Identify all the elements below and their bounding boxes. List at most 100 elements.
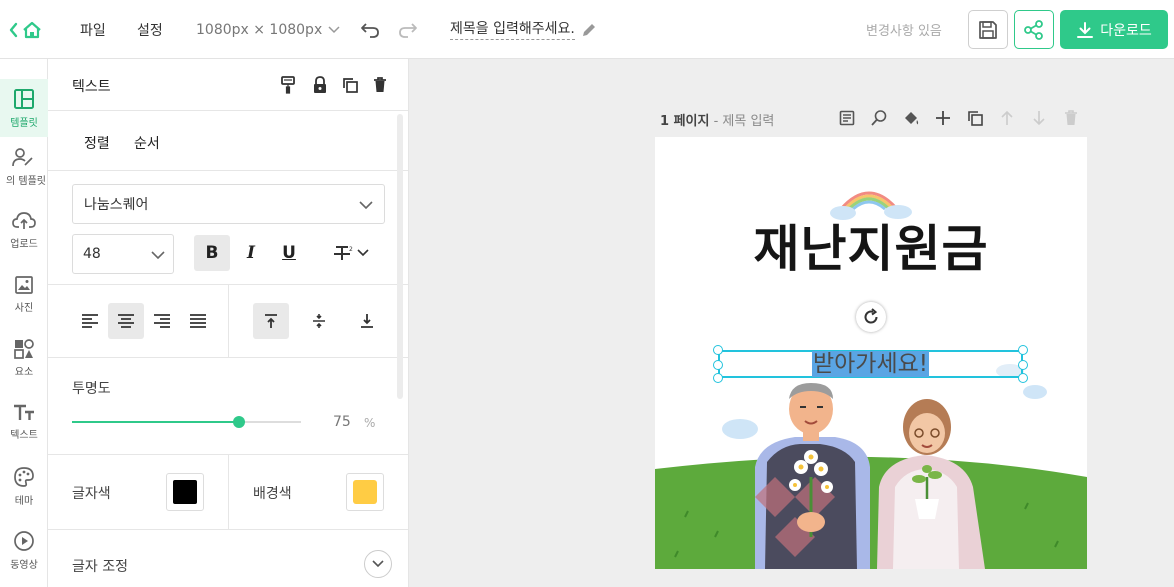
rail-item-templates[interactable]: 템플릿 bbox=[0, 79, 48, 137]
canvas-subtext[interactable]: 받아가세요! bbox=[811, 351, 930, 377]
opacity-value[interactable]: 75 bbox=[333, 414, 351, 430]
rail-item-my-templates[interactable]: 의 템플릿 bbox=[0, 137, 48, 195]
page-title-input[interactable]: - 제목 입력 bbox=[714, 114, 775, 129]
document-title-text: 제목을 입력해주세요. bbox=[450, 19, 575, 40]
page-search-button[interactable] bbox=[868, 107, 890, 129]
chevron-down-icon bbox=[328, 25, 340, 33]
copy-icon bbox=[968, 111, 983, 126]
delete-button[interactable] bbox=[365, 67, 395, 103]
resize-handle-top-right[interactable] bbox=[1018, 345, 1028, 355]
search-icon bbox=[871, 110, 887, 126]
resize-handle-bottom-left[interactable] bbox=[713, 373, 723, 383]
tab-align[interactable]: 정렬 bbox=[84, 133, 110, 153]
top-bar: 파일 설정 1080px × 1080px 제목을 입력해주세요. 변경사항 있… bbox=[0, 0, 1174, 59]
trash-icon bbox=[374, 77, 386, 92]
lock-button[interactable] bbox=[305, 67, 335, 103]
resize-handle-bottom-right[interactable] bbox=[1018, 373, 1028, 383]
resize-handle-right[interactable] bbox=[1018, 360, 1028, 370]
resize-handle-left[interactable] bbox=[713, 360, 723, 370]
rotate-handle[interactable] bbox=[856, 302, 886, 332]
download-label: 다운로드 bbox=[1100, 22, 1152, 39]
redo-button[interactable] bbox=[398, 0, 418, 59]
rail-item-photos[interactable]: 사진 bbox=[0, 265, 48, 323]
grandfather-illustration bbox=[755, 383, 870, 569]
pencil-icon bbox=[582, 23, 595, 36]
design-canvas[interactable]: 재난지원금 받아가세요! bbox=[655, 137, 1087, 569]
arrow-up-icon bbox=[1001, 110, 1013, 125]
strikethrough-icon: 2 bbox=[334, 246, 353, 260]
back-home-button[interactable] bbox=[8, 0, 44, 59]
download-button[interactable]: 다운로드 bbox=[1060, 10, 1168, 49]
delete-page-button[interactable] bbox=[1060, 107, 1082, 129]
text-adjust-label: 글자 조정 bbox=[72, 559, 128, 575]
save-icon bbox=[979, 20, 997, 39]
align-justify-button[interactable] bbox=[180, 303, 216, 339]
rail-item-elements[interactable]: 요소 bbox=[0, 329, 48, 387]
text-selection-box[interactable]: 받아가세요! bbox=[718, 350, 1023, 378]
home-icon bbox=[9, 21, 41, 38]
my-template-icon bbox=[12, 147, 33, 166]
opacity-slider-thumb[interactable] bbox=[233, 416, 245, 428]
strikethrough-button[interactable]: 2 bbox=[328, 235, 374, 271]
page-header: 1 페이지 - 제목 입력 bbox=[660, 110, 774, 129]
share-button[interactable] bbox=[1014, 10, 1054, 49]
duplicate-button[interactable] bbox=[335, 67, 365, 103]
menu-settings[interactable]: 설정 bbox=[137, 0, 163, 59]
move-page-down-button[interactable] bbox=[1028, 107, 1050, 129]
canvas-heading[interactable]: 재난지원금 bbox=[655, 219, 1087, 279]
canvas-area: 1 페이지 - 제목 입력 재난지원금 받아가세요! bbox=[409, 59, 1174, 587]
move-page-up-button[interactable] bbox=[996, 107, 1018, 129]
undo-button[interactable] bbox=[360, 0, 380, 59]
rail-item-theme[interactable]: 테마 bbox=[0, 457, 48, 515]
chevron-down-icon bbox=[357, 249, 369, 257]
bg-color-fill bbox=[353, 480, 377, 504]
panel-scrollbar[interactable] bbox=[397, 114, 403, 399]
align-right-button[interactable] bbox=[144, 303, 180, 339]
text-adjust-toggle[interactable] bbox=[364, 550, 392, 578]
rail-item-text[interactable]: 텍스트 bbox=[0, 393, 48, 451]
grandmother-illustration bbox=[877, 399, 985, 569]
memo-icon bbox=[839, 110, 855, 126]
italic-button[interactable]: I bbox=[233, 235, 269, 271]
align-left-button[interactable] bbox=[72, 303, 108, 339]
save-button[interactable] bbox=[968, 10, 1008, 49]
left-nav-rail: 템플릿 의 템플릿 업로드 사진 요소 텍스트 테마 동영상 bbox=[0, 59, 48, 587]
selected-text-wrapper: 받아가세요! bbox=[720, 351, 1021, 377]
copy-icon bbox=[343, 78, 358, 93]
opacity-unit: % bbox=[364, 416, 376, 430]
align-center-button[interactable] bbox=[108, 303, 144, 339]
bold-button[interactable]: B bbox=[194, 235, 230, 271]
resize-handle-top-left[interactable] bbox=[713, 345, 723, 355]
font-size-select[interactable]: 48 bbox=[72, 234, 174, 274]
page-background-button[interactable] bbox=[900, 107, 922, 129]
rail-label-templates: 템플릿 bbox=[10, 117, 38, 129]
page-memo-button[interactable] bbox=[836, 107, 858, 129]
format-paint-button[interactable] bbox=[273, 67, 303, 103]
underline-button[interactable]: U bbox=[271, 235, 307, 271]
paint-roller-icon bbox=[281, 76, 295, 94]
lock-icon bbox=[314, 76, 326, 93]
text-color-swatch[interactable] bbox=[166, 473, 204, 511]
align-justify-icon bbox=[190, 314, 206, 328]
opacity-slider[interactable] bbox=[72, 416, 301, 428]
font-family-select[interactable]: 나눔스퀘어 bbox=[72, 184, 385, 224]
download-icon bbox=[1077, 21, 1094, 38]
canvas-size-dropdown[interactable]: 1080px × 1080px bbox=[196, 0, 340, 59]
tab-order[interactable]: 순서 bbox=[134, 133, 160, 153]
rail-item-upload[interactable]: 업로드 bbox=[0, 201, 48, 259]
opacity-label: 투명도 bbox=[72, 381, 111, 397]
bg-color-swatch[interactable] bbox=[346, 473, 384, 511]
duplicate-page-button[interactable] bbox=[964, 107, 986, 129]
rainbow-illustration bbox=[830, 191, 912, 220]
valign-bottom-button[interactable] bbox=[349, 303, 385, 339]
menu-file[interactable]: 파일 bbox=[80, 0, 106, 59]
rail-item-video[interactable]: 동영상 bbox=[0, 521, 48, 579]
trash-icon bbox=[1065, 110, 1077, 125]
document-title[interactable]: 제목을 입력해주세요. bbox=[450, 0, 597, 59]
rail-label-elements: 요소 bbox=[14, 366, 34, 378]
valign-top-button[interactable] bbox=[253, 303, 289, 339]
opacity-slider-fill bbox=[72, 421, 239, 423]
valign-middle-button[interactable] bbox=[301, 303, 337, 339]
changes-status: 변경사항 있음 bbox=[866, 24, 942, 39]
add-page-button[interactable] bbox=[932, 107, 954, 129]
